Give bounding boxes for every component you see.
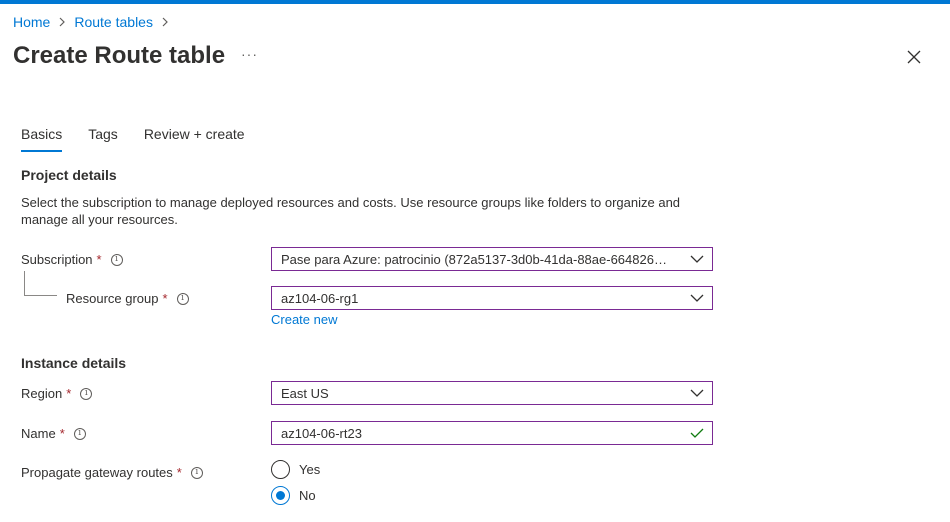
radio-label-no: No	[299, 488, 316, 503]
resource-group-label-row: Resource group * i	[66, 291, 189, 306]
chevron-right-icon	[58, 17, 66, 27]
tab-tags[interactable]: Tags	[88, 126, 118, 152]
tab-list: Basics Tags Review + create	[21, 126, 271, 152]
info-icon[interactable]: i	[110, 253, 123, 266]
page-title: Create Route table	[13, 42, 226, 69]
propagate-gateway-routes-label: Propagate gateway routes	[21, 465, 173, 480]
radio-option-no[interactable]: No	[271, 486, 316, 505]
chevron-down-icon	[682, 382, 712, 404]
name-input[interactable]: az104-06-rt23	[271, 421, 713, 445]
required-marker: *	[96, 252, 102, 267]
subscription-dropdown[interactable]: Pase para Azure: patrocinio (872a5137-3d…	[271, 247, 713, 271]
subscription-label-row: Subscription * i	[21, 252, 123, 267]
project-details-heading: Project details	[21, 167, 117, 183]
region-value: East US	[281, 385, 329, 401]
required-marker: *	[66, 386, 72, 401]
portal-top-bar	[0, 0, 950, 4]
chevron-right-icon	[161, 17, 169, 27]
name-label: Name	[21, 426, 56, 441]
name-value: az104-06-rt23	[281, 425, 362, 441]
breadcrumb-home-link[interactable]: Home	[13, 14, 50, 30]
region-label-row: Region * i	[21, 386, 93, 401]
breadcrumb: Home Route tables	[13, 14, 177, 30]
create-new-resource-group-link[interactable]: Create new	[271, 312, 337, 327]
tab-basics[interactable]: Basics	[21, 126, 63, 152]
tab-review-create[interactable]: Review + create	[144, 126, 245, 152]
info-icon[interactable]: i	[73, 427, 86, 440]
instance-details-heading: Instance details	[21, 355, 127, 371]
subscription-value: Pase para Azure: patrocinio (872a5137-3d…	[281, 251, 682, 267]
required-marker: *	[162, 291, 168, 306]
propagate-label-row: Propagate gateway routes * i	[21, 465, 203, 480]
tree-connector-line	[24, 295, 57, 296]
resource-group-value: az104-06-rg1	[281, 290, 359, 306]
name-label-row: Name * i	[21, 426, 86, 441]
required-marker: *	[176, 465, 182, 480]
close-icon[interactable]	[906, 49, 922, 65]
more-options-button[interactable]: ···	[241, 46, 258, 62]
tree-connector-line	[24, 271, 25, 296]
resource-group-label: Resource group	[66, 291, 159, 306]
radio-unselected-icon[interactable]	[271, 460, 290, 479]
chevron-down-icon	[682, 287, 712, 309]
region-dropdown[interactable]: East US	[271, 381, 713, 405]
subscription-label: Subscription	[21, 252, 93, 267]
radio-option-yes[interactable]: Yes	[271, 460, 320, 479]
radio-label-yes: Yes	[299, 462, 321, 477]
breadcrumb-route-tables-link[interactable]: Route tables	[74, 14, 153, 30]
info-icon[interactable]: i	[176, 292, 189, 305]
project-details-description: Select the subscription to manage deploy…	[21, 195, 681, 227]
checkmark-icon	[682, 422, 712, 444]
required-marker: *	[59, 426, 65, 441]
info-icon[interactable]: i	[190, 466, 203, 479]
chevron-down-icon	[682, 248, 712, 270]
region-label: Region	[21, 386, 63, 401]
radio-selected-icon[interactable]	[271, 486, 290, 505]
info-icon[interactable]: i	[80, 387, 93, 400]
resource-group-dropdown[interactable]: az104-06-rg1	[271, 286, 713, 310]
